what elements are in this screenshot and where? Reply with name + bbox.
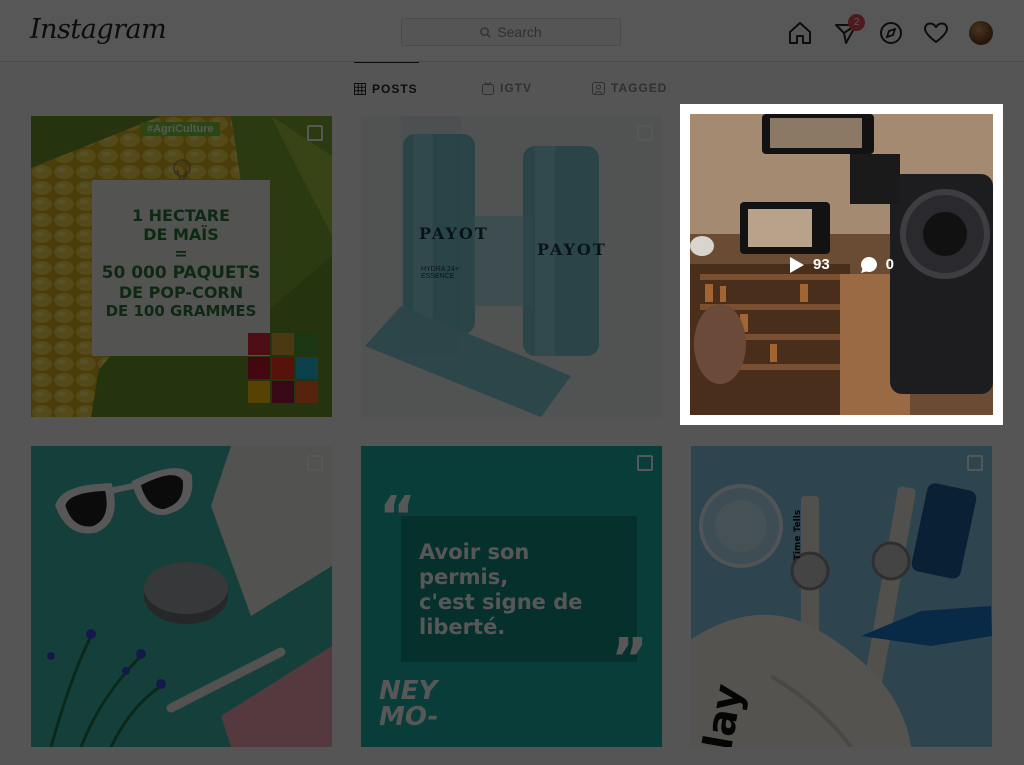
quote-line-2: permis, bbox=[419, 565, 509, 589]
search-placeholder: Search bbox=[497, 24, 542, 40]
profile-avatar[interactable] bbox=[969, 21, 993, 45]
search-input[interactable]: Search bbox=[401, 18, 621, 46]
tab-tagged[interactable]: TAGGED bbox=[592, 62, 667, 114]
multi-post-icon bbox=[637, 455, 653, 471]
corn-line-2: DE MAÏS bbox=[143, 225, 219, 244]
multi-post-icon bbox=[307, 125, 323, 141]
multi-post-icon bbox=[967, 455, 983, 471]
play-icon bbox=[789, 256, 804, 273]
product-label: HYDRA 24+ ESSENCE bbox=[421, 266, 459, 280]
highlighted-post-frame: 93 0 bbox=[680, 104, 1003, 425]
corn-text-card: 1 HECTARE DE MAÏS = 50 000 PAQUETS DE PO… bbox=[92, 180, 270, 356]
tab-posts-label: POSTS bbox=[372, 81, 418, 96]
plays-count: 93 bbox=[812, 256, 830, 273]
post-hover-stats: 93 0 bbox=[690, 114, 993, 415]
post-tile[interactable]: #AgriCulture 1 HECTARE DE MAÏS = 50 000 … bbox=[31, 116, 332, 417]
tab-tagged-label: TAGGED bbox=[611, 81, 668, 95]
top-navbar: Instagram Search 2 bbox=[0, 0, 1024, 62]
post-tile[interactable]: PAYOT PAYOT HYDRA 24+ ESSENCE bbox=[361, 116, 662, 417]
direct-messages-button[interactable]: 2 bbox=[833, 14, 865, 46]
quote-text: Avoir son permis, c'est signe de liberté… bbox=[419, 540, 582, 640]
comments-count: 0 bbox=[885, 256, 895, 273]
tagged-icon bbox=[592, 81, 605, 95]
quote-line-1: Avoir son bbox=[419, 540, 530, 564]
grid-icon bbox=[354, 82, 366, 95]
instagram-logo[interactable]: Instagram bbox=[30, 14, 167, 45]
corn-line-1: 1 HECTARE bbox=[131, 206, 231, 225]
tab-posts[interactable]: POSTS bbox=[354, 62, 419, 114]
signature-line-1: NEY bbox=[379, 676, 438, 706]
post-tile[interactable]: “ Avoir son permis, c'est signe de liber… bbox=[361, 446, 662, 747]
brand-label-secondary: PAYOT bbox=[537, 240, 607, 259]
signature-text: NEY MO- bbox=[379, 678, 438, 730]
notification-badge: 2 bbox=[848, 14, 865, 31]
search-icon bbox=[480, 26, 491, 38]
multi-post-icon bbox=[637, 125, 653, 141]
comment-icon bbox=[860, 256, 877, 273]
quote-line-4: liberté. bbox=[419, 615, 506, 639]
brand-label: PAYOT bbox=[419, 224, 489, 243]
post-tile[interactable] bbox=[31, 446, 332, 747]
open-quote-mark: “ bbox=[379, 485, 416, 550]
close-quote-mark: ” bbox=[611, 627, 648, 692]
plays-stat: 93 bbox=[789, 256, 830, 274]
corn-line-4: 50 000 PAQUETS bbox=[101, 263, 261, 283]
hashtag-label: #AgriCulture bbox=[141, 122, 220, 136]
signature-line-2: MO- bbox=[379, 702, 439, 732]
heart-icon[interactable] bbox=[923, 20, 949, 46]
sdg-logo-grid bbox=[248, 333, 318, 403]
multi-post-icon bbox=[307, 455, 323, 471]
tab-igtv-label: IGTV bbox=[500, 81, 533, 95]
video-post-tile[interactable]: 93 0 bbox=[690, 114, 993, 415]
watch-brand-label: Time Tells bbox=[793, 509, 804, 561]
corn-line-3: = bbox=[174, 244, 188, 263]
quote-line-3: c'est signe de bbox=[419, 590, 583, 614]
corn-line-6: DE 100 GRAMMES bbox=[105, 302, 257, 320]
post-tile[interactable]: Time Tells lay bbox=[691, 446, 992, 747]
corn-line-5: DE POP-CORN bbox=[118, 283, 244, 302]
igtv-icon bbox=[482, 81, 494, 95]
home-icon[interactable] bbox=[787, 20, 813, 46]
explore-compass-icon[interactable] bbox=[878, 20, 904, 46]
comments-stat: 0 bbox=[860, 256, 894, 274]
tab-igtv[interactable]: IGTV bbox=[482, 62, 532, 114]
